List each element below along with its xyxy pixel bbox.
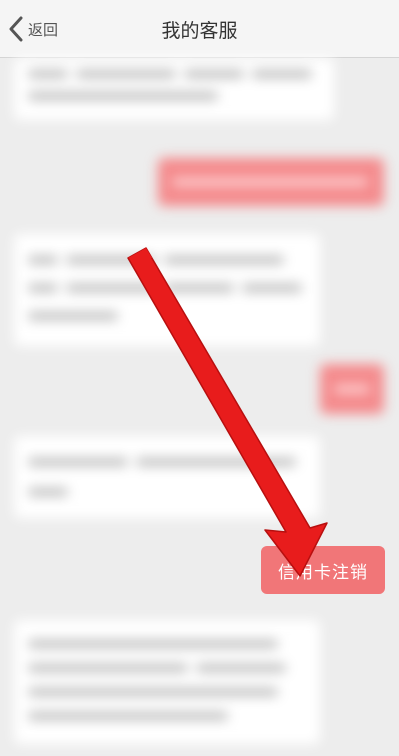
chat-bubble-incoming [14,436,320,518]
nav-header: 返回 我的客服 [0,0,399,58]
chat-bubble-incoming [14,620,320,744]
chat-bubble-outgoing [158,158,384,206]
chat-area[interactable]: 信用卡注销 [0,58,399,756]
chat-bubble-incoming [14,234,320,346]
credit-card-cancel-message[interactable]: 信用卡注销 [261,546,385,594]
chat-bubble-incoming [14,58,334,120]
page-title: 我的客服 [161,20,238,42]
blurred-messages [0,58,399,756]
chat-bubble-outgoing [320,364,384,414]
